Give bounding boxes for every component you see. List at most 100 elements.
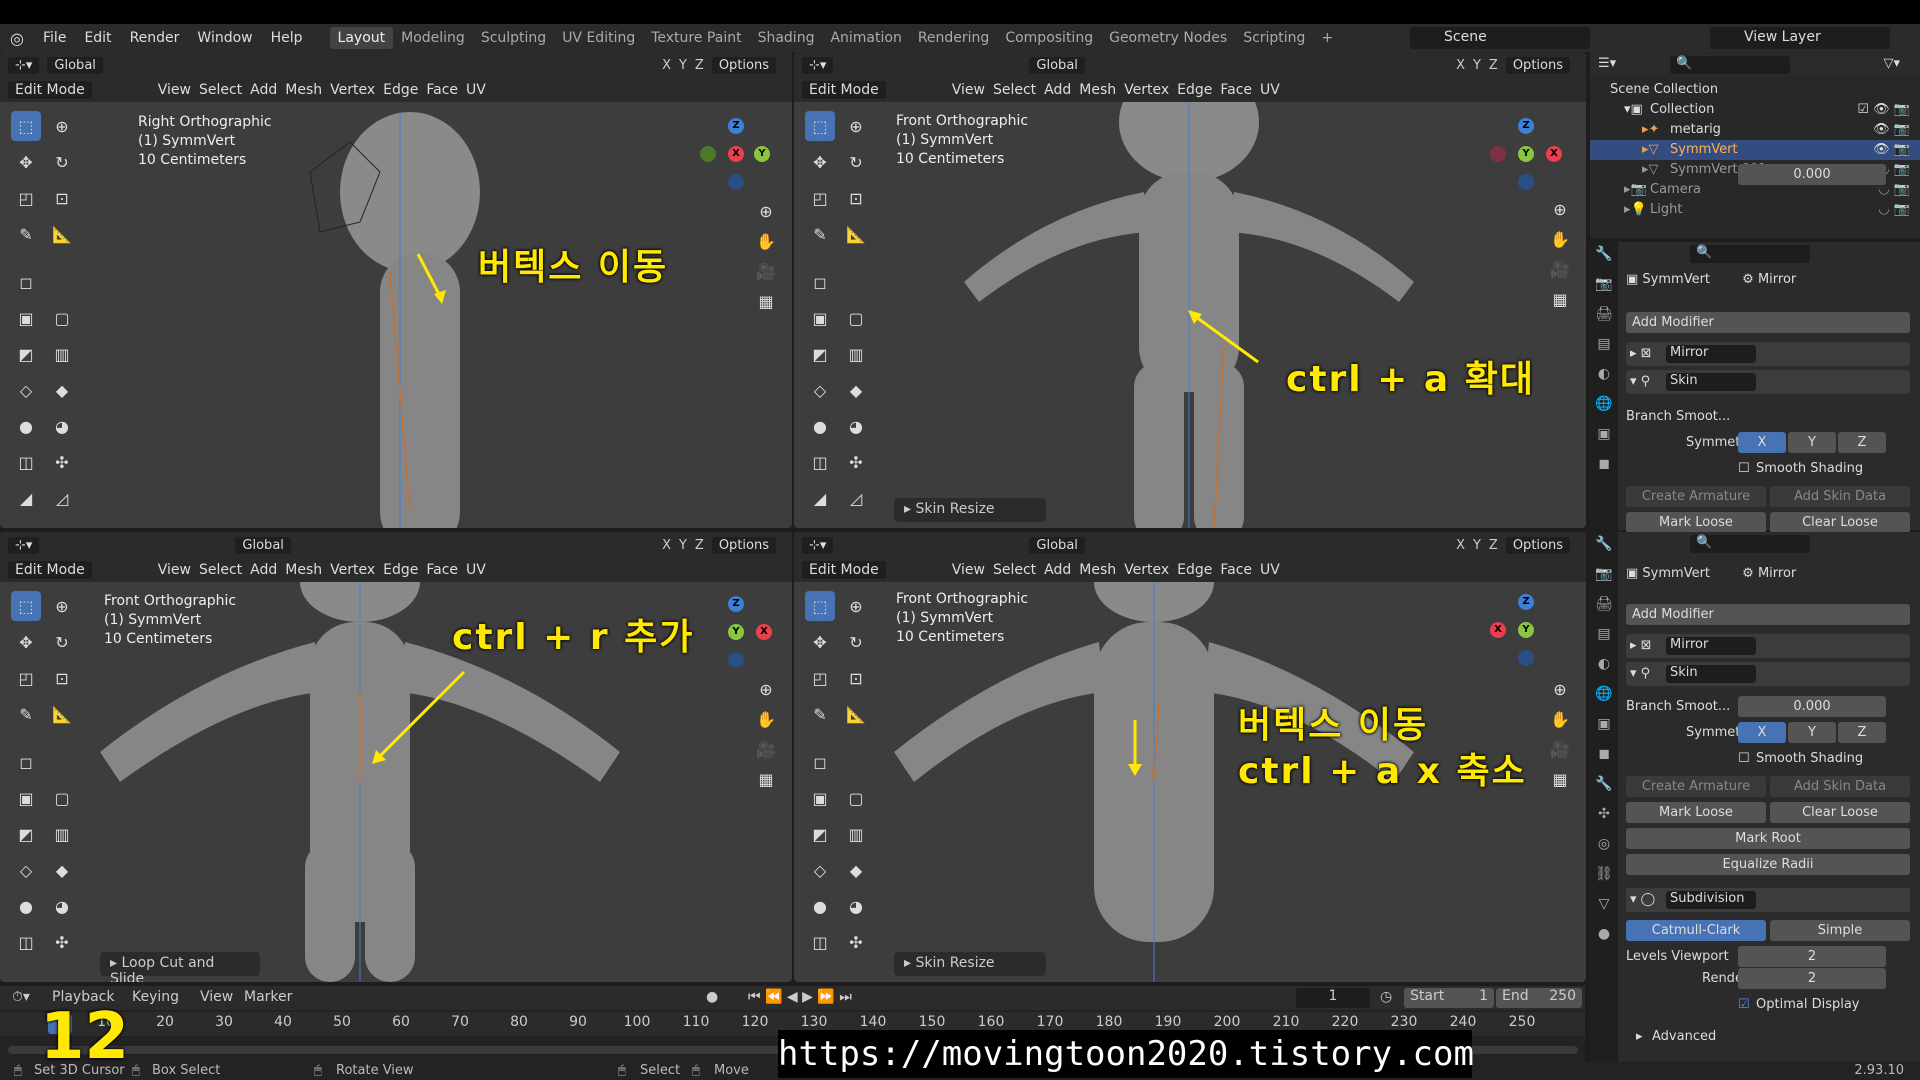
tab-uv-editing[interactable]: UV Editing <box>554 27 643 49</box>
move-icon[interactable]: ✥ <box>11 147 41 177</box>
create-armature-button[interactable]: Create Armature <box>1626 486 1766 507</box>
blender-logo-icon[interactable]: ◎ <box>0 29 34 48</box>
menu-help[interactable]: Help <box>262 30 312 46</box>
rotate-icon[interactable]: ↻ <box>47 627 77 657</box>
scale-icon[interactable]: ◰ <box>11 183 41 213</box>
shrink-icon[interactable]: ✣ <box>47 928 77 958</box>
tab-sculpting[interactable]: Sculpting <box>473 27 554 49</box>
outliner-item-symmvert[interactable]: ▸▽ SymmVert 👁 📷 <box>1590 140 1920 160</box>
menu-view[interactable]: View <box>952 82 985 98</box>
constraints-tab-icon[interactable]: ⛓ <box>1592 866 1616 890</box>
menu-uv[interactable]: UV <box>466 82 486 98</box>
viewport-front-ortho-1[interactable]: ⊹▾ Global X Y Z Options Edit Mode View S… <box>794 52 1586 528</box>
checkbox-checked-icon[interactable]: ☑ <box>1738 997 1750 1012</box>
menu-select[interactable]: Select <box>199 82 242 98</box>
menu-face[interactable]: Face <box>1220 562 1252 578</box>
menu-mesh[interactable]: Mesh <box>285 82 322 98</box>
add-modifier-dropdown[interactable]: Add Modifier <box>1626 604 1910 625</box>
mark-loose-button[interactable]: Mark Loose <box>1626 802 1766 823</box>
grid-icon[interactable]: ▦ <box>1548 770 1572 794</box>
world-tab-icon[interactable]: 🌐 <box>1592 686 1616 710</box>
editor-type-button[interactable]: ⊹▾ <box>802 56 834 74</box>
gizmo-neg-z[interactable] <box>728 652 744 668</box>
view-layer-selector[interactable]: View Layer <box>1710 27 1890 49</box>
gizmo-y[interactable]: Y <box>1518 146 1534 162</box>
tab-animation[interactable]: Animation <box>822 27 909 49</box>
modifier-mirror-header[interactable]: ▸ ⊠ Mirror <box>1626 342 1910 366</box>
checkbox-icon[interactable]: ☐ <box>1738 461 1750 476</box>
modifier-subdivision-header[interactable]: ▾ ◯ Subdivision <box>1626 888 1910 912</box>
cursor-icon[interactable]: ⊕ <box>841 111 871 141</box>
spin-icon[interactable]: ● <box>805 892 835 922</box>
menu-uv[interactable]: UV <box>1260 82 1280 98</box>
mode-dropdown[interactable]: Edit Mode <box>802 561 886 579</box>
tab-shading[interactable]: Shading <box>750 27 823 49</box>
axis-y-toggle[interactable]: Y <box>679 58 687 73</box>
view-layer-tab-icon[interactable]: ▤ <box>1592 626 1616 650</box>
timeline-editor-icon[interactable]: ⏱▾ <box>12 989 30 1005</box>
record-icon[interactable]: ● <box>706 989 718 1005</box>
transform-icon[interactable]: ⊡ <box>47 183 77 213</box>
annotate-icon[interactable]: ✎ <box>805 699 835 729</box>
camera-icon[interactable]: 🎥 <box>1548 260 1572 284</box>
menu-vertex[interactable]: Vertex <box>330 562 375 578</box>
measure-icon[interactable]: 📐 <box>841 219 871 249</box>
output-tab-icon[interactable]: 🖨 <box>1592 306 1616 330</box>
bevel-icon[interactable]: ◩ <box>805 820 835 850</box>
zoom-icon[interactable]: ⊕ <box>754 202 778 226</box>
zoom-icon[interactable]: ⊕ <box>1548 680 1572 704</box>
menu-view[interactable]: View <box>952 562 985 578</box>
scale-icon[interactable]: ◰ <box>11 663 41 693</box>
measure-icon[interactable]: 📐 <box>47 699 77 729</box>
viewport-front-ortho-3[interactable]: ⊹▾ Global X Y Z Options Edit Mode View S… <box>794 532 1586 982</box>
modifier-tab-icon[interactable]: 🔧 <box>1592 776 1616 800</box>
modifier-name-field[interactable]: Skin <box>1666 373 1756 391</box>
extrude-icon[interactable]: ▣ <box>805 784 835 814</box>
add-modifier-dropdown[interactable]: Add Modifier <box>1626 312 1910 333</box>
move-icon[interactable]: ✥ <box>805 147 835 177</box>
move-icon[interactable]: ✥ <box>11 627 41 657</box>
navigation-gizmo[interactable]: Z Y X <box>1490 594 1562 666</box>
bevel-icon[interactable]: ◩ <box>805 340 835 370</box>
gizmo-z[interactable]: Z <box>1518 594 1534 610</box>
modifier-name-field[interactable]: Skin <box>1666 665 1756 683</box>
particles-tab-icon[interactable]: ✣ <box>1592 806 1616 830</box>
gizmo-x[interactable]: X <box>728 146 744 162</box>
orientation-dropdown[interactable]: Global <box>1029 536 1085 554</box>
axis-x-toggle[interactable]: X <box>1456 538 1465 553</box>
tab-compositing[interactable]: Compositing <box>997 27 1101 49</box>
scale-icon[interactable]: ◰ <box>805 663 835 693</box>
output-tab-icon[interactable]: 🖨 <box>1592 596 1616 620</box>
menu-edge[interactable]: Edge <box>1177 82 1212 98</box>
render-levels-field[interactable]: 2 <box>1738 968 1886 989</box>
orientation-dropdown[interactable]: Global <box>235 536 291 554</box>
modifier-name-field[interactable]: Mirror <box>1666 637 1756 655</box>
mode-dropdown[interactable]: Edit Mode <box>802 81 886 99</box>
operator-panel-skin-resize[interactable]: ▸ Skin Resize <box>894 498 1046 522</box>
symmetry-y-toggle[interactable]: Y <box>1788 722 1836 743</box>
orientation-dropdown[interactable]: Global <box>1029 56 1085 74</box>
grid-icon[interactable]: ▦ <box>1548 290 1572 314</box>
create-armature-button[interactable]: Create Armature <box>1626 776 1766 797</box>
modifier-name-field[interactable]: Mirror <box>1666 345 1756 363</box>
add-cube-icon[interactable]: ◻ <box>11 748 41 778</box>
scene-tab-icon[interactable]: ◐ <box>1592 656 1616 680</box>
add-cube-icon[interactable]: ◻ <box>11 268 41 298</box>
annotate-icon[interactable]: ✎ <box>11 699 41 729</box>
smooth-icon[interactable]: ◕ <box>47 892 77 922</box>
menu-add[interactable]: Add <box>1044 82 1071 98</box>
symmetry-x-toggle[interactable]: X <box>1738 722 1786 743</box>
filter-icon[interactable]: ▽▾ <box>1883 56 1900 71</box>
mode-dropdown[interactable]: Edit Mode <box>8 81 92 99</box>
viewport-front-ortho-2[interactable]: ⊹▾ Global X Y Z Options Edit Mode View S… <box>0 532 792 982</box>
edge-slide-icon[interactable]: ◫ <box>805 928 835 958</box>
menu-vertex[interactable]: Vertex <box>1124 562 1169 578</box>
checkbox-icon[interactable]: ☐ <box>1738 751 1750 766</box>
tool-tab-icon[interactable]: 🔧 <box>1592 246 1616 270</box>
extrude-icon[interactable]: ▣ <box>11 304 41 334</box>
object-tab-icon[interactable]: ◼ <box>1592 456 1616 480</box>
clear-loose-button[interactable]: Clear Loose <box>1770 512 1910 533</box>
start-frame-field[interactable]: Start 1 <box>1404 988 1494 1008</box>
gizmo-z[interactable]: Z <box>728 596 744 612</box>
menu-view[interactable]: View <box>200 989 233 1005</box>
